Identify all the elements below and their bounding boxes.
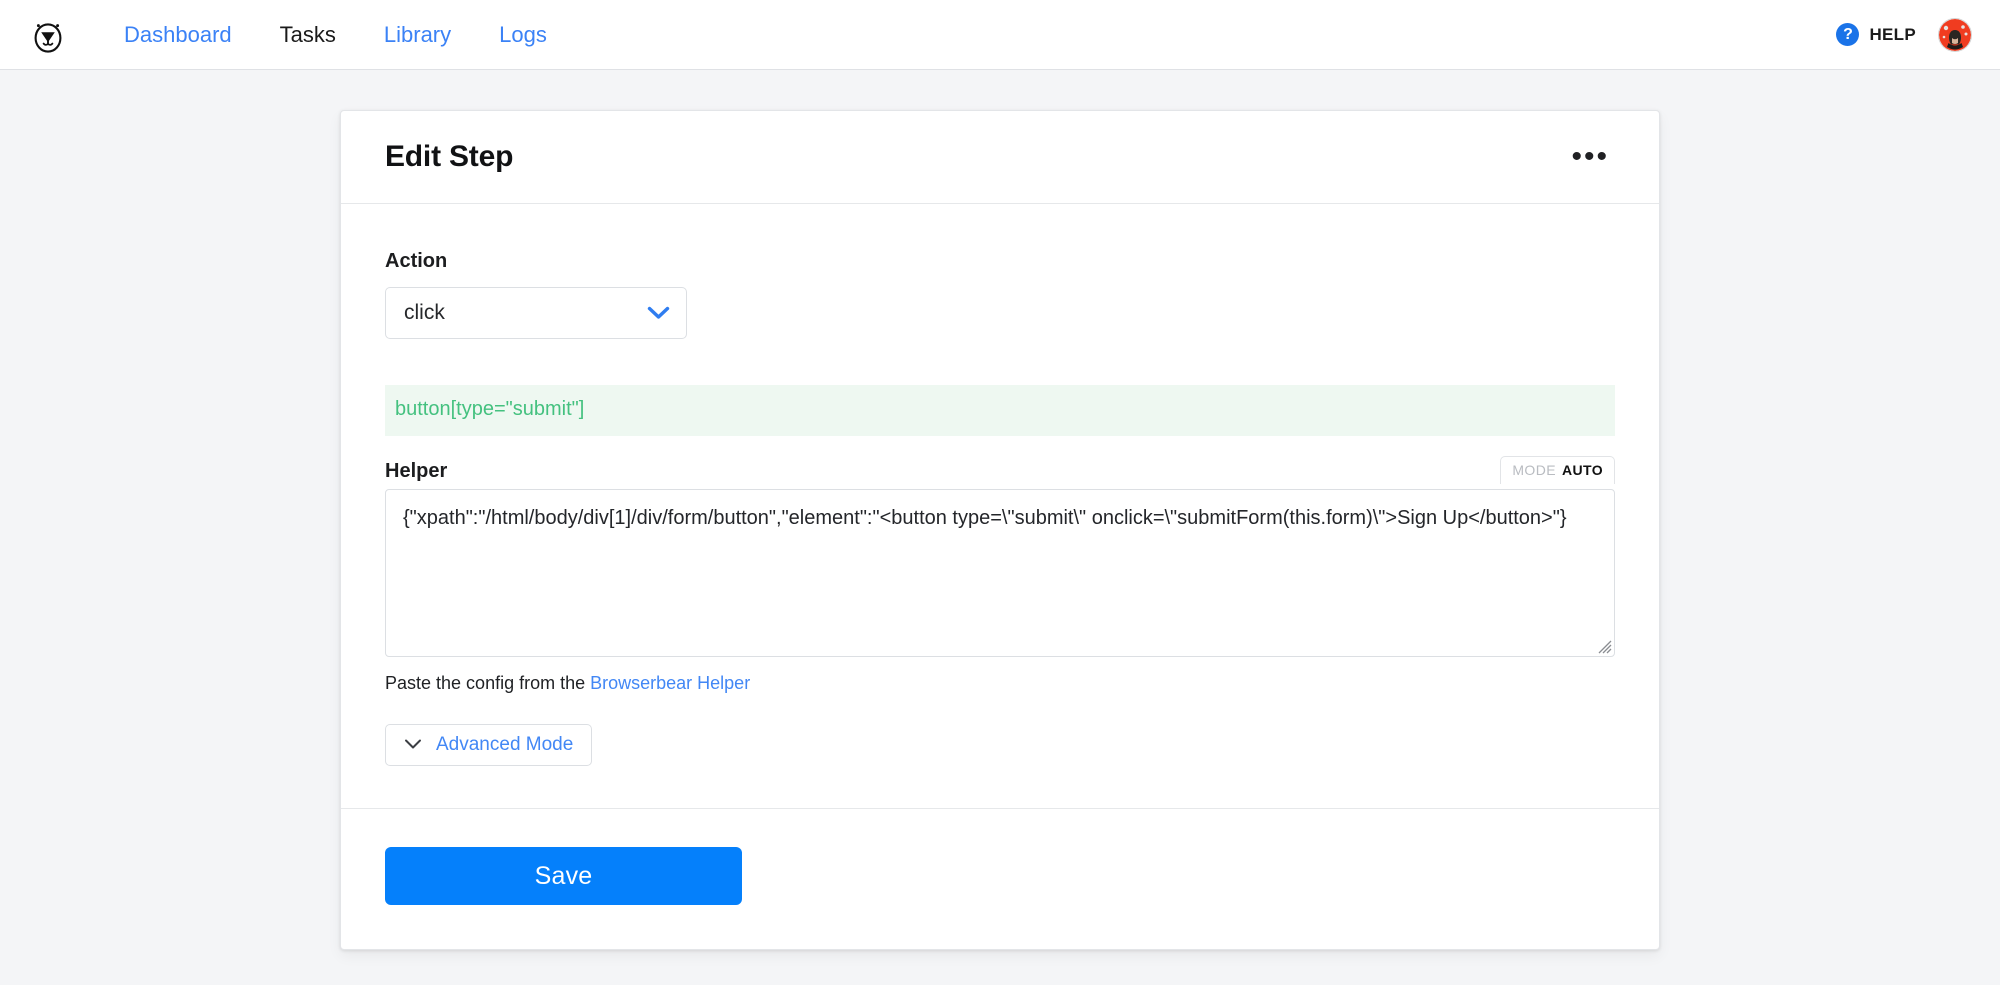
nav-link-logs[interactable]: Logs [475,0,571,70]
avatar-image [1939,19,1971,51]
mode-badge-label: MODE [1512,462,1556,478]
nav-link-tasks[interactable]: Tasks [256,0,360,70]
help-button[interactable]: ? HELP [1836,23,1916,46]
page-content: Edit Step ••• Action click button[type="… [0,70,2000,950]
bear-logo-icon [32,17,64,53]
paste-note-text: Paste the config from the [385,673,590,693]
edit-step-card: Edit Step ••• Action click button[type="… [340,110,1660,950]
avatar[interactable] [1938,18,1972,52]
action-select[interactable]: click [385,287,687,339]
primary-nav: Dashboard Tasks Library Logs [100,0,571,70]
chevron-down-icon [404,734,422,756]
advanced-mode-label: Advanced Mode [436,734,573,756]
help-label: HELP [1869,25,1916,45]
nav-link-dashboard[interactable]: Dashboard [100,0,256,70]
action-label: Action [385,250,1615,273]
card-header: Edit Step ••• [341,111,1659,204]
mode-badge[interactable]: MODE AUTO [1500,456,1615,484]
card-body: Action click button[type="submit"] Helpe… [341,204,1659,808]
helper-textarea-wrapper [385,489,1615,657]
mode-badge-value: AUTO [1562,462,1603,478]
top-navbar: Dashboard Tasks Library Logs ? HELP [0,0,2000,70]
helper-label: Helper [385,460,447,483]
nav-link-library[interactable]: Library [360,0,475,70]
selector-preview: button[type="submit"] [385,385,1615,436]
card-footer: Save [341,808,1659,949]
more-options-icon[interactable]: ••• [1565,146,1615,168]
helper-input[interactable] [385,489,1615,657]
navbar-right-group: ? HELP [1836,18,1972,52]
helper-header: Helper MODE AUTO [385,460,1615,483]
question-mark-circle-icon: ? [1836,23,1859,46]
advanced-mode-button[interactable]: Advanced Mode [385,724,592,766]
browserbear-logo[interactable] [28,15,68,55]
action-select-wrapper: click [385,287,687,339]
browserbear-helper-link[interactable]: Browserbear Helper [590,673,750,693]
page-title: Edit Step [385,140,513,174]
paste-config-note: Paste the config from the Browserbear He… [385,673,1615,694]
save-button[interactable]: Save [385,847,742,905]
